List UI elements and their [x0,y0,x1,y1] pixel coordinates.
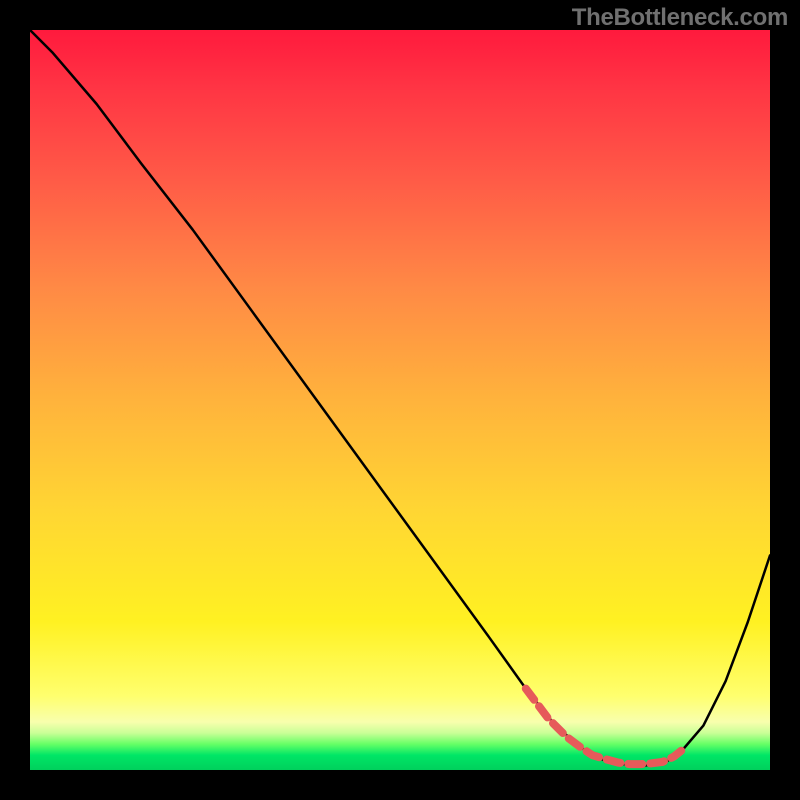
red-segment-path [526,689,681,764]
black-curve-path [30,30,770,766]
chart-svg [30,30,770,770]
chart-plot-area [30,30,770,770]
chart-container: TheBottleneck.com [0,0,800,800]
watermark-text: TheBottleneck.com [572,4,788,32]
